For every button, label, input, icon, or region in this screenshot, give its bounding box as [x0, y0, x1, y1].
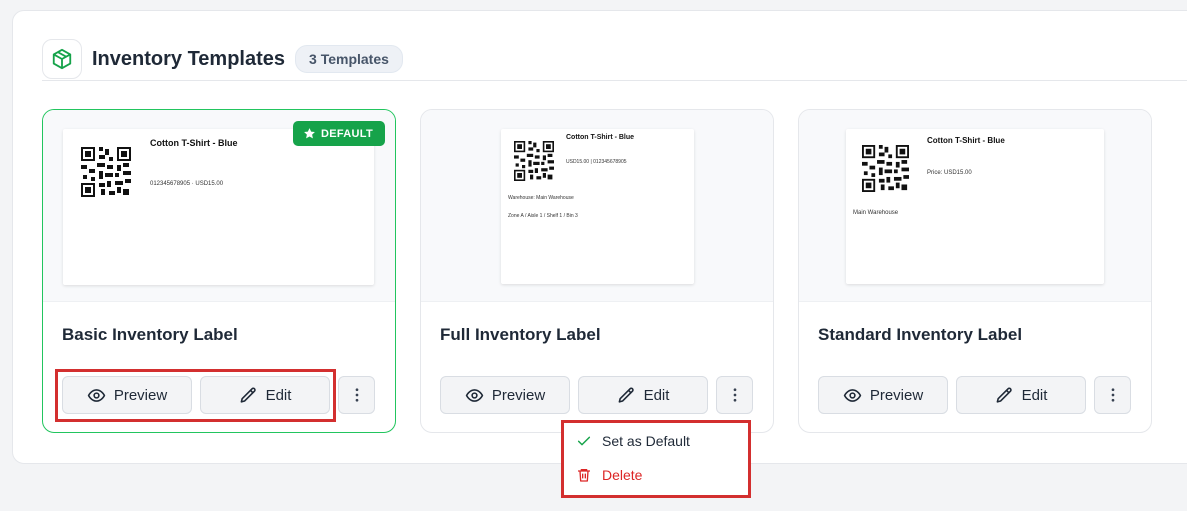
label-preview-area[interactable]: Cotton T-Shirt - Blue Price: USD15.00 Ma… [799, 110, 1151, 302]
default-badge-label: DEFAULT [320, 127, 373, 140]
template-name: Basic Inventory Label [62, 325, 238, 344]
preview-button-label: Preview [869, 386, 924, 404]
edit-button-label: Edit [265, 386, 292, 404]
label-line: Zone A / Aisle 1 / Shelf 1 / Bin 3 [508, 213, 578, 219]
preview-button-label: Preview [113, 386, 168, 404]
label-preview-area[interactable]: Cotton T-Shirt - Blue 012345678905 · USD… [43, 110, 395, 302]
delete-menu-item[interactable]: Delete [576, 467, 642, 483]
label-product-title: Cotton T-Shirt - Blue [150, 138, 238, 148]
default-badge: DEFAULT [292, 121, 385, 146]
label-product-title: Cotton T-Shirt - Blue [566, 134, 635, 141]
qr-code-icon [81, 147, 131, 197]
preview-button-label: Preview [491, 386, 546, 404]
label-line: Main Warehouse [853, 210, 899, 216]
qr-code-icon [862, 145, 909, 192]
label-line: Price: USD15.00 [927, 170, 972, 176]
more-options-button[interactable] [716, 376, 753, 414]
check-icon [577, 436, 591, 446]
more-vertical-icon [726, 386, 744, 404]
label-product-title: Cotton T-Shirt - Blue [927, 136, 1005, 145]
edit-button-label: Edit [643, 386, 670, 404]
eye-icon [843, 386, 862, 405]
template-count-badge: 3 Templates [295, 45, 403, 73]
eye-icon [87, 386, 106, 405]
label-line: 012345678905 · USD15.00 [150, 181, 224, 187]
more-options-button[interactable] [1094, 376, 1131, 414]
delete-label: Delete [602, 467, 643, 483]
more-vertical-icon [1104, 386, 1122, 404]
preview-button[interactable]: Preview [818, 376, 948, 414]
label-line: Warehouse: Main Warehouse [508, 195, 574, 201]
edit-button[interactable]: Edit [956, 376, 1086, 414]
trash-icon [578, 469, 590, 482]
pencil-icon [995, 386, 1014, 405]
template-card-standard[interactable]: Cotton T-Shirt - Blue Price: USD15.00 Ma… [798, 109, 1152, 433]
header-divider [42, 80, 1187, 81]
template-card-basic[interactable]: Cotton T-Shirt - Blue 012345678905 · USD… [42, 109, 396, 433]
more-options-button[interactable] [338, 376, 375, 414]
label-paper: Cotton T-Shirt - Blue Price: USD15.00 Ma… [846, 129, 1104, 284]
qr-code-icon [514, 141, 554, 181]
set-default-menu-item[interactable]: Set as Default [576, 433, 690, 449]
cube-icon [42, 39, 82, 79]
template-options-menu: Set as Default Delete [564, 423, 748, 495]
label-paper: Cotton T-Shirt - Blue USD15.00 | 0123456… [501, 129, 694, 284]
preview-button[interactable]: Preview [62, 376, 192, 414]
label-preview-area[interactable]: Cotton T-Shirt - Blue USD15.00 | 0123456… [421, 110, 773, 302]
pencil-icon [617, 386, 636, 405]
page-title: Inventory Templates [92, 47, 286, 70]
label-paper: Cotton T-Shirt - Blue 012345678905 · USD… [63, 129, 374, 285]
edit-button-label: Edit [1021, 386, 1048, 404]
template-name: Standard Inventory Label [818, 325, 1023, 344]
pencil-icon [239, 386, 258, 405]
eye-icon [465, 386, 484, 405]
more-vertical-icon [348, 386, 366, 404]
section-header: Inventory Templates 3 Templates [42, 39, 403, 79]
preview-button[interactable]: Preview [440, 376, 570, 414]
template-name: Full Inventory Label [440, 325, 601, 344]
template-card-full[interactable]: Cotton T-Shirt - Blue USD15.00 | 0123456… [420, 109, 774, 433]
set-default-label: Set as Default [602, 433, 690, 449]
edit-button[interactable]: Edit [578, 376, 708, 414]
edit-button[interactable]: Edit [200, 376, 330, 414]
star-icon [304, 128, 315, 139]
label-line: USD15.00 | 012345678905 [566, 159, 627, 165]
